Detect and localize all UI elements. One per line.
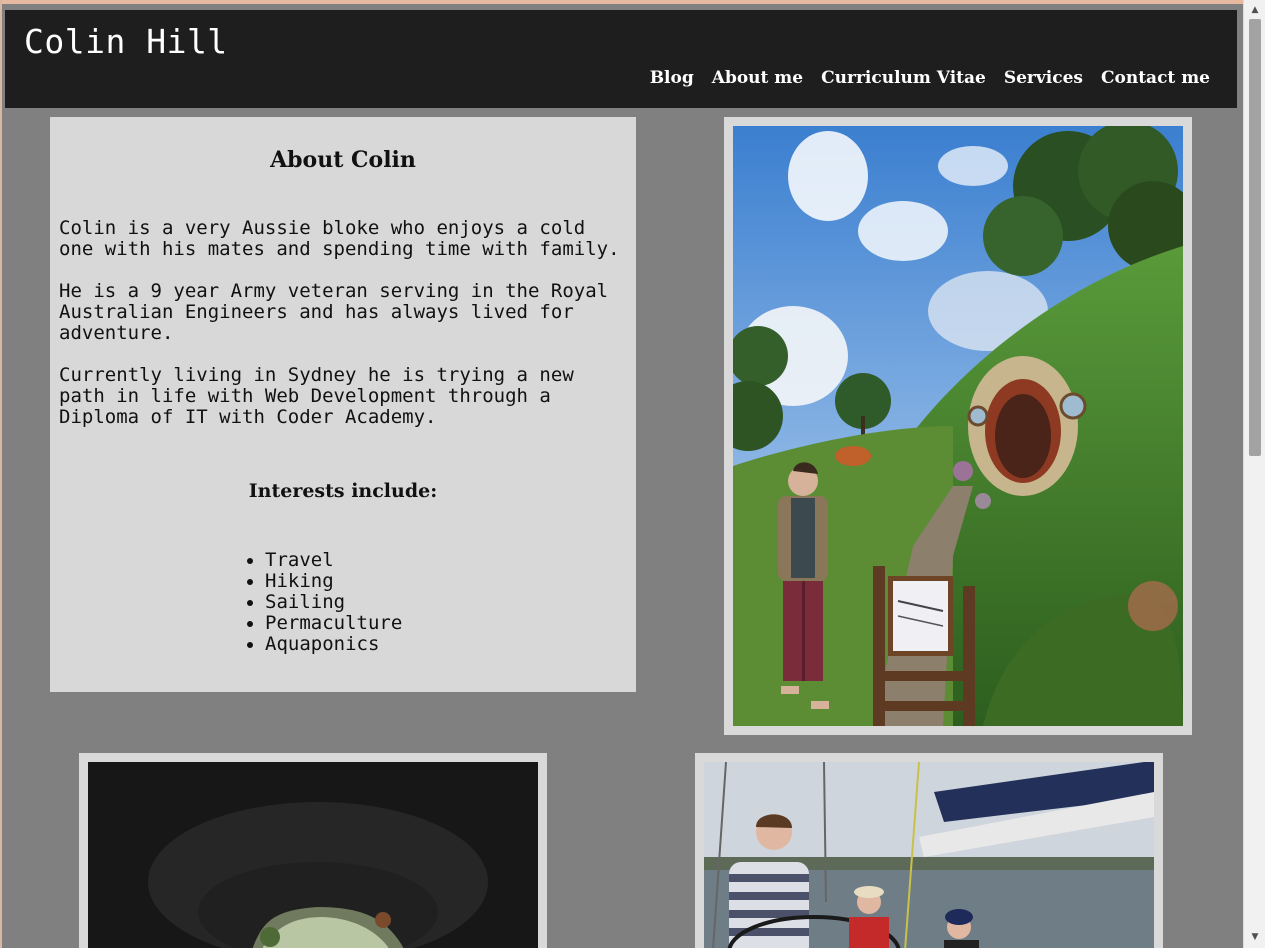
sailing-photo-image — [704, 762, 1154, 948]
interest-item: Sailing — [265, 592, 438, 613]
nav-services[interactable]: Services — [1004, 68, 1083, 88]
nav-about-me[interactable]: About me — [712, 68, 803, 88]
site-title[interactable]: Colin Hill — [24, 22, 228, 61]
about-paragraph-1: Colin is a very Aussie bloke who enjoys … — [59, 217, 620, 260]
hobbiton-photo-frame — [724, 117, 1192, 735]
about-paragraph-2: He is a 9 year Army veteran serving in t… — [59, 280, 609, 344]
browser-top-border — [0, 0, 1265, 4]
scrollbar-thumb[interactable] — [1249, 19, 1261, 456]
hobbiton-photo-image — [733, 126, 1183, 726]
sailing-photo-frame — [695, 753, 1163, 948]
interest-item: Permaculture — [265, 613, 438, 634]
interests-heading: Interests include: — [248, 480, 438, 502]
nav-contact-me[interactable]: Contact me — [1101, 68, 1210, 88]
cave-photo-image — [88, 762, 538, 948]
interests-list: Travel Hiking Sailing Permaculture Aquap… — [238, 550, 438, 655]
cave-photo — [88, 762, 538, 948]
hobbiton-photo — [733, 126, 1183, 726]
about-card: About Colin Colin is a very Aussie bloke… — [50, 117, 636, 692]
cave-photo-frame — [79, 753, 547, 948]
site-header: Colin Hill Blog About me Curriculum Vita… — [5, 10, 1237, 108]
nav-curriculum-vitae[interactable]: Curriculum Vitae — [821, 68, 986, 88]
arrow-up-icon[interactable]: ▲ — [1244, 2, 1265, 19]
about-heading: About Colin — [270, 147, 416, 173]
browser-left-border — [0, 0, 2, 948]
vertical-scrollbar[interactable]: ▲ ▼ — [1243, 0, 1265, 948]
interest-item: Aquaponics — [265, 634, 438, 655]
interest-item: Travel — [265, 550, 438, 571]
about-paragraph-3: Currently living in Sydney he is trying … — [59, 364, 574, 428]
interest-item: Hiking — [265, 571, 438, 592]
arrow-down-icon[interactable]: ▼ — [1244, 929, 1265, 946]
nav-blog[interactable]: Blog — [650, 68, 694, 88]
sailing-photo — [704, 762, 1154, 948]
main-nav: Blog About me Curriculum Vitae Services … — [650, 68, 1210, 88]
